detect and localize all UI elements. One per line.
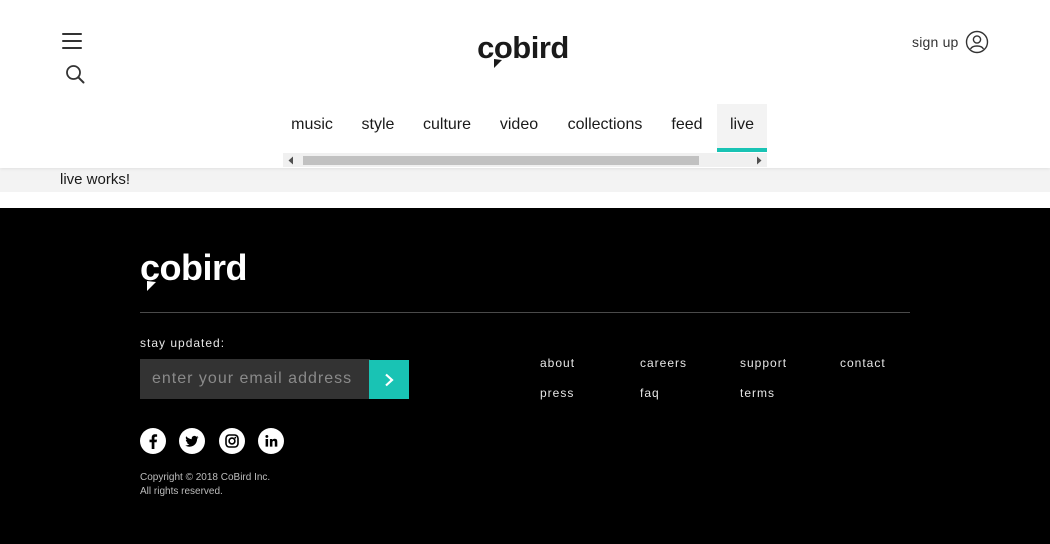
user-icon	[965, 30, 988, 54]
chevron-right-icon	[385, 373, 394, 386]
footer-link-faq[interactable]: faq	[640, 386, 660, 400]
hamburger-menu-icon[interactable]	[62, 31, 82, 51]
nav-item-style[interactable]: style	[352, 104, 404, 152]
sign-up-button[interactable]: sign up	[912, 30, 989, 54]
footer-logo-text: cobird	[140, 248, 247, 288]
scrollbar-thumb[interactable]	[303, 156, 699, 165]
footer-link-contact[interactable]: contact	[840, 356, 886, 370]
rights-reserved-line: All rights reserved.	[140, 486, 223, 497]
cobird-logo[interactable]: cobird	[472, 30, 574, 70]
twitter-icon[interactable]	[179, 428, 205, 454]
nav-item-culture[interactable]: culture	[416, 104, 478, 152]
footer-link-about[interactable]: about	[540, 356, 575, 370]
stay-updated-label: stay updated:	[140, 336, 226, 350]
sign-up-label: sign up	[912, 34, 959, 50]
nav-item-collections[interactable]: collections	[558, 104, 652, 152]
page-content: live works!	[0, 168, 1050, 192]
footer-link-terms[interactable]: terms	[740, 386, 775, 400]
facebook-icon[interactable]	[140, 428, 166, 454]
footer-divider	[140, 312, 910, 313]
copyright-text: Copyright © 2018 CoBird Inc. All rights …	[140, 471, 270, 499]
nav-item-music[interactable]: music	[284, 104, 340, 152]
site-footer: cobird stay updated: about careers suppo…	[0, 208, 1050, 544]
footer-link-careers[interactable]: careers	[640, 356, 687, 370]
nav-item-live[interactable]: live	[717, 104, 767, 152]
instagram-icon[interactable]	[219, 428, 245, 454]
scroll-right-arrow-icon[interactable]	[755, 156, 763, 165]
content-text: live works!	[60, 171, 131, 188]
newsletter-submit-button[interactable]	[369, 360, 409, 399]
nav-item-video[interactable]: video	[492, 104, 546, 152]
nav-scrollbar[interactable]	[283, 153, 767, 167]
newsletter-email-input[interactable]	[140, 359, 370, 399]
linkedin-icon[interactable]	[258, 428, 284, 454]
footer-link-support[interactable]: support	[740, 356, 787, 370]
main-nav: music style culture video collections fe…	[0, 104, 1050, 154]
logo-text: cobird	[477, 30, 569, 65]
scroll-left-arrow-icon[interactable]	[287, 156, 295, 165]
footer-cobird-logo[interactable]: cobird	[140, 248, 260, 292]
nav-item-feed[interactable]: feed	[664, 104, 710, 152]
site-header: cobird sign up music style culture video…	[0, 0, 1050, 168]
footer-link-press[interactable]: press	[540, 386, 574, 400]
copyright-line: Copyright © 2018 CoBird Inc.	[140, 472, 271, 483]
search-icon[interactable]	[65, 64, 85, 84]
